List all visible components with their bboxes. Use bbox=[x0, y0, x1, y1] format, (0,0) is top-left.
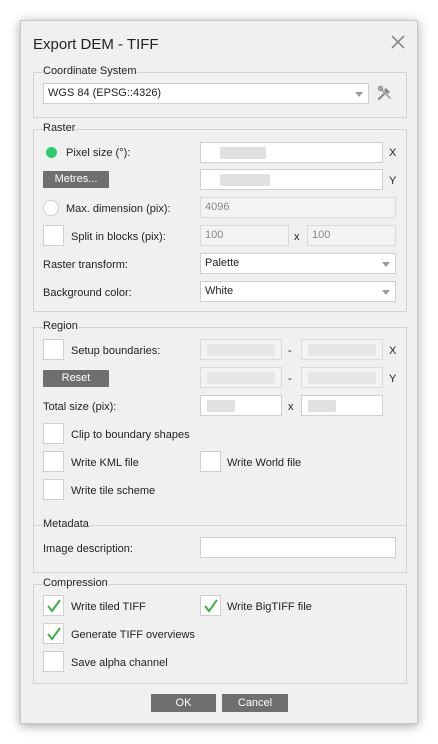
max-dimension-input[interactable]: 4096 bbox=[200, 197, 396, 218]
total-size-label: Total size (pix): bbox=[43, 401, 117, 413]
save-alpha-label: Save alpha channel bbox=[71, 657, 168, 669]
background-color-select[interactable]: White bbox=[200, 281, 396, 302]
boundary-y-axis: Y bbox=[389, 373, 397, 385]
image-description-input[interactable] bbox=[200, 537, 396, 558]
pixel-size-label: Pixel size (°): bbox=[66, 147, 131, 159]
total-size-height-input[interactable] bbox=[301, 395, 383, 416]
max-dimension-radio[interactable] bbox=[43, 200, 59, 216]
split-y-input[interactable]: 100 bbox=[307, 225, 396, 246]
pixel-size-y-input[interactable] bbox=[200, 169, 383, 190]
boundary-y-max-input[interactable] bbox=[301, 367, 383, 388]
export-dem-dialog: Export DEM - TIFF Coordinate System WGS … bbox=[20, 20, 418, 724]
close-icon[interactable] bbox=[389, 33, 407, 51]
checkmark-icon bbox=[47, 599, 61, 613]
setup-boundaries-label: Setup boundaries: bbox=[71, 345, 161, 357]
generate-overviews-label: Generate TIFF overviews bbox=[71, 629, 195, 641]
split-blocks-checkbox[interactable] bbox=[43, 225, 64, 246]
write-tiled-checkbox[interactable] bbox=[43, 595, 64, 616]
chevron-down-icon bbox=[382, 290, 390, 295]
pixel-size-x-input[interactable] bbox=[200, 142, 383, 163]
write-tiled-label: Write tiled TIFF bbox=[71, 601, 146, 613]
metres-button[interactable]: Metres... bbox=[43, 171, 109, 188]
metadata-title: Metadata bbox=[43, 518, 89, 530]
setup-boundaries-checkbox[interactable] bbox=[43, 339, 64, 360]
clip-boundary-checkbox[interactable] bbox=[43, 423, 64, 444]
boundary-x-dash: - bbox=[288, 345, 292, 357]
write-world-checkbox[interactable] bbox=[200, 451, 221, 472]
pixel-size-x-axis: X bbox=[389, 147, 397, 159]
save-alpha-checkbox[interactable] bbox=[43, 651, 64, 672]
raster-transform-value: Palette bbox=[205, 257, 240, 269]
raster-transform-select[interactable]: Palette bbox=[200, 253, 396, 274]
write-kml-label: Write KML file bbox=[71, 457, 139, 469]
boundary-x-max-input[interactable] bbox=[301, 339, 383, 360]
write-world-label: Write World file bbox=[227, 457, 302, 469]
background-color-value: White bbox=[205, 285, 234, 297]
compression-title: Compression bbox=[43, 577, 108, 589]
background-color-label: Background color: bbox=[43, 287, 132, 299]
checkmark-icon bbox=[47, 627, 61, 641]
raster-transform-label: Raster transform: bbox=[43, 259, 128, 271]
write-tile-scheme-checkbox[interactable] bbox=[43, 479, 64, 500]
boundary-y-dash: - bbox=[288, 373, 292, 385]
split-x-input[interactable]: 100 bbox=[200, 225, 289, 246]
clip-boundary-label: Clip to boundary shapes bbox=[71, 429, 190, 441]
cancel-button[interactable]: Cancel bbox=[222, 694, 288, 712]
pixel-size-y-axis: Y bbox=[389, 175, 397, 187]
chevron-down-icon bbox=[382, 262, 390, 267]
boundary-x-min-input[interactable] bbox=[200, 339, 282, 360]
chevron-down-icon bbox=[355, 92, 363, 97]
raster-title: Raster bbox=[43, 122, 76, 134]
pixel-size-radio[interactable] bbox=[46, 147, 57, 158]
split-times-label: x bbox=[294, 231, 300, 243]
max-dimension-label: Max. dimension (pix): bbox=[66, 203, 171, 215]
region-title: Region bbox=[43, 320, 78, 332]
write-bigtiff-checkbox[interactable] bbox=[200, 595, 221, 616]
boundary-x-axis: X bbox=[389, 345, 397, 357]
boundary-y-min-input[interactable] bbox=[200, 367, 282, 388]
write-bigtiff-label: Write BigTIFF file bbox=[227, 601, 312, 613]
coordinate-system-value: WGS 84 (EPSG::4326) bbox=[48, 87, 162, 99]
checkmark-icon bbox=[204, 599, 218, 613]
coordinate-system-select[interactable]: WGS 84 (EPSG::4326) bbox=[43, 83, 369, 104]
tools-icon[interactable] bbox=[376, 84, 394, 102]
title-bar: Export DEM - TIFF bbox=[21, 21, 417, 65]
image-description-label: Image description: bbox=[43, 543, 133, 555]
write-tile-scheme-label: Write tile scheme bbox=[71, 485, 156, 497]
coordinate-system-title: Coordinate System bbox=[43, 65, 137, 77]
generate-overviews-checkbox[interactable] bbox=[43, 623, 64, 644]
reset-button[interactable]: Reset bbox=[43, 370, 109, 387]
split-blocks-label: Split in blocks (pix): bbox=[71, 231, 166, 243]
total-size-width-input[interactable] bbox=[200, 395, 282, 416]
write-kml-checkbox[interactable] bbox=[43, 451, 64, 472]
total-size-times: x bbox=[288, 401, 294, 413]
ok-button[interactable]: OK bbox=[151, 694, 216, 712]
dialog-title: Export DEM - TIFF bbox=[33, 36, 159, 53]
